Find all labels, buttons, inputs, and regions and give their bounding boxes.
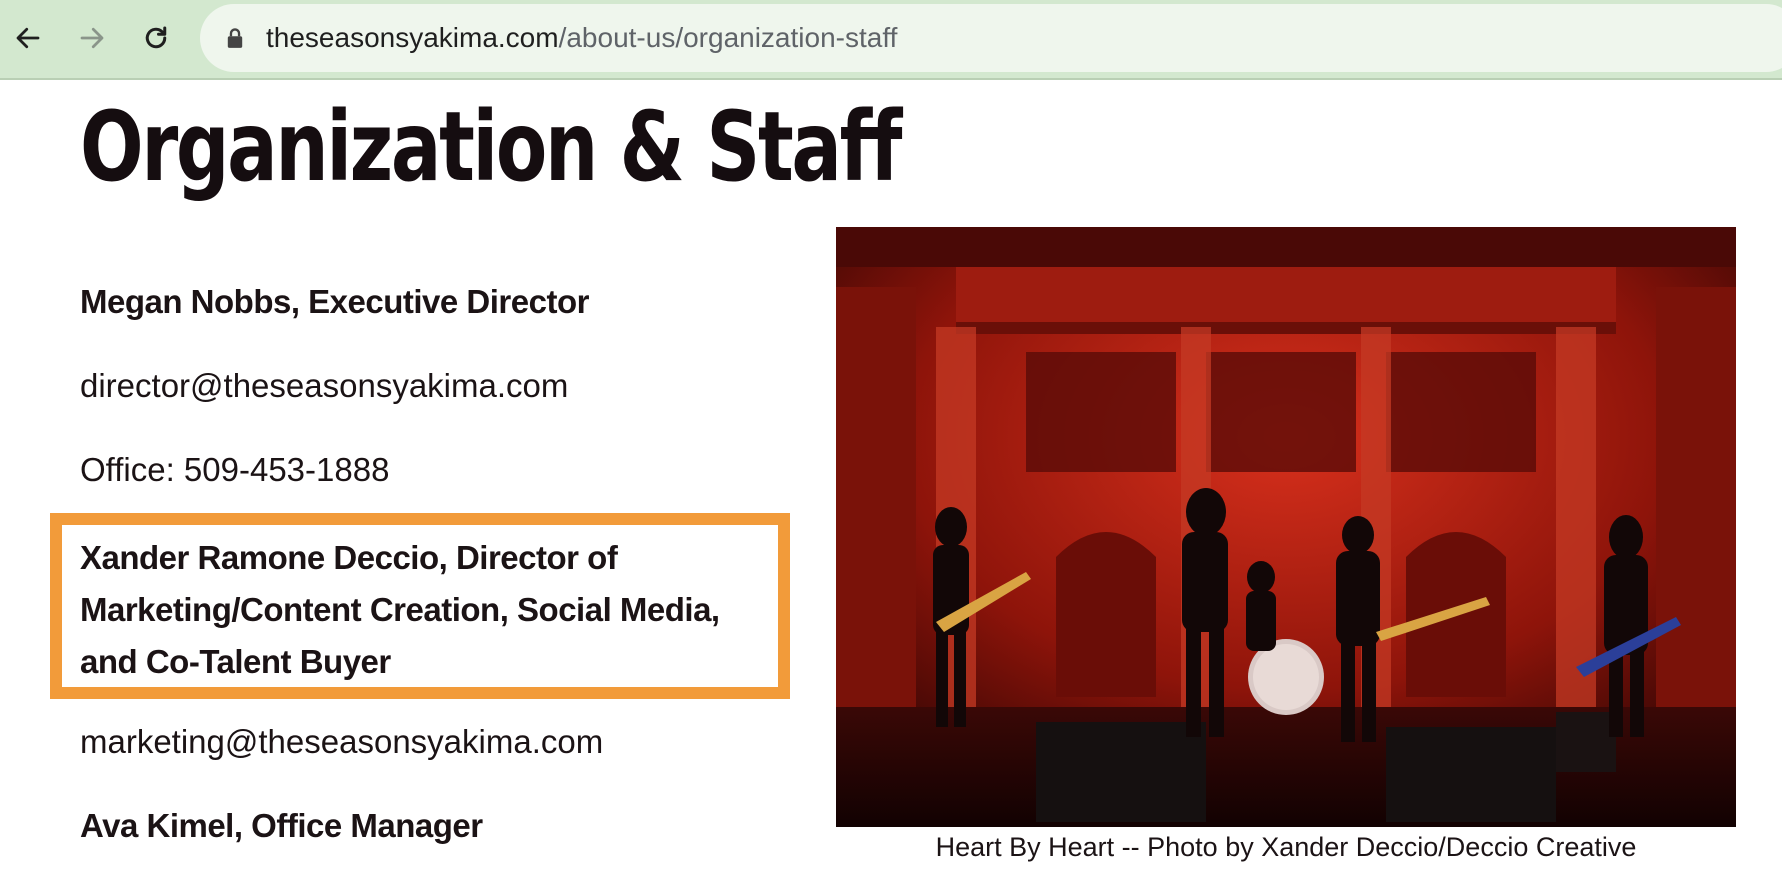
browser-toolbar: theseasonsyakima.com/about-us/organizati… — [0, 0, 1782, 80]
reload-icon — [145, 26, 167, 49]
staff-name-executive-director: Megan Nobbs, Executive Director — [80, 283, 589, 320]
reload-button[interactable] — [136, 18, 176, 58]
page-title: Organization & Staff — [80, 91, 902, 203]
address-bar[interactable]: theseasonsyakima.com/about-us/organizati… — [200, 4, 1782, 72]
staff-name-marketing-director: Xander Ramone Deccio, Director of Market… — [80, 539, 720, 680]
lock-icon — [226, 26, 246, 50]
photo-caption: Heart By Heart -- Photo by Xander Deccio… — [935, 832, 1637, 862]
arrow-left-icon — [16, 27, 40, 49]
staff-name-office-manager: Ava Kimel, Office Manager — [80, 807, 483, 844]
concert-stage-image — [836, 227, 1736, 827]
url-path: /about-us/organization-staff — [558, 22, 898, 53]
staff-office-phone[interactable]: Office: 509-453-1888 — [80, 451, 389, 489]
band-photo — [836, 227, 1736, 827]
url-text[interactable]: theseasonsyakima.com/about-us/organizati… — [266, 22, 897, 54]
staff-email-marketing[interactable]: marketing@theseasonsyakima.com — [80, 723, 603, 761]
back-button[interactable] — [8, 18, 48, 58]
arrow-right-icon — [80, 27, 104, 49]
staff-email-director[interactable]: director@theseasonsyakima.com — [80, 367, 568, 405]
forward-button[interactable] — [72, 18, 112, 58]
url-domain: theseasonsyakima.com — [266, 22, 559, 53]
